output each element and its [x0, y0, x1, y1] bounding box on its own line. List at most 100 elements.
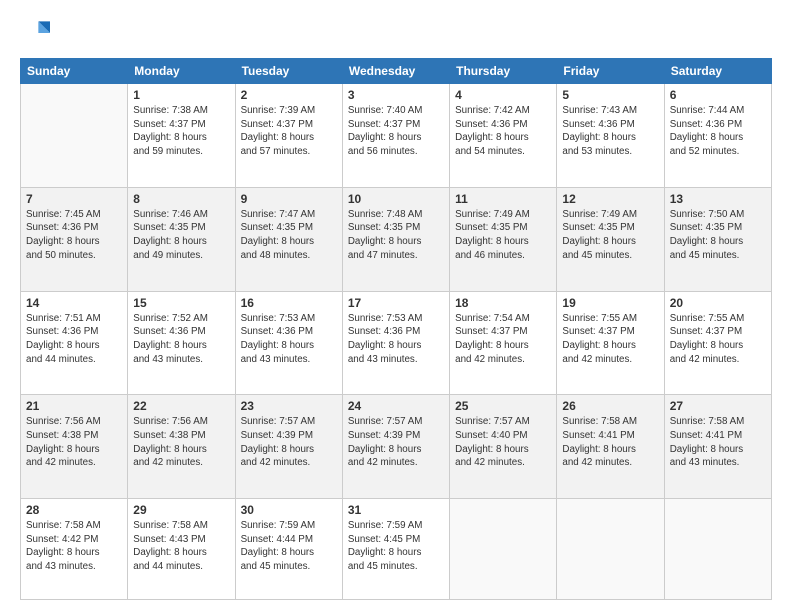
calendar-cell: 29 Sunrise: 7:58 AMSunset: 4:43 PMDayligh…: [128, 499, 235, 600]
day-info: Sunrise: 7:53 AMSunset: 4:36 PMDaylight:…: [348, 312, 444, 367]
day-info: Sunrise: 7:46 AMSunset: 4:35 PMDaylight:…: [133, 208, 229, 263]
day-number: 19: [562, 296, 658, 310]
calendar-cell: 7Sunrise: 7:45 AMSunset: 4:36 PMDaylight…: [21, 187, 128, 291]
day-info: Sunrise: 7:54 AMSunset: 4:37 PMDaylight:…: [455, 312, 551, 367]
day-info: Sunrise: 7:52 AMSunset: 4:36 PMDaylight:…: [133, 312, 229, 367]
day-number: 27: [670, 399, 766, 413]
day-info: Sunrise: 7:49 AMSunset: 4:35 PMDaylight:…: [455, 208, 551, 263]
weekday-header-monday: Monday: [128, 59, 235, 84]
calendar-week-row: 1 Sunrise: 7:38 AMSunset: 4:37 PMDaylight…: [21, 84, 772, 188]
day-number: 9: [241, 192, 337, 206]
calendar-cell: 12 Sunrise: 7:49 AMSunset: 4:35 PMDayligh…: [557, 187, 664, 291]
calendar-week-row: 7Sunrise: 7:45 AMSunset: 4:36 PMDaylight…: [21, 187, 772, 291]
day-number: 14: [26, 296, 122, 310]
day-info: Sunrise: 7:50 AMSunset: 4:35 PMDaylight:…: [670, 208, 766, 263]
day-info: Sunrise: 7:39 AMSunset: 4:37 PMDaylight:…: [241, 104, 337, 159]
day-info: Sunrise: 7:49 AMSunset: 4:35 PMDaylight:…: [562, 208, 658, 263]
weekday-header-sunday: Sunday: [21, 59, 128, 84]
calendar-cell: [557, 499, 664, 600]
day-number: 23: [241, 399, 337, 413]
calendar-cell: 27 Sunrise: 7:58 AMSunset: 4:41 PMDayligh…: [664, 395, 771, 499]
calendar-cell: 6Sunrise: 7:44 AMSunset: 4:36 PMDaylight…: [664, 84, 771, 188]
day-number: 10: [348, 192, 444, 206]
calendar-cell: 18 Sunrise: 7:54 AMSunset: 4:37 PMDayligh…: [450, 291, 557, 395]
day-number: 2: [241, 88, 337, 102]
weekday-header-row: SundayMondayTuesdayWednesdayThursdayFrid…: [21, 59, 772, 84]
weekday-header-wednesday: Wednesday: [342, 59, 449, 84]
calendar-cell: 28Sunrise: 7:58 AMSunset: 4:42 PMDayligh…: [21, 499, 128, 600]
calendar: SundayMondayTuesdayWednesdayThursdayFrid…: [20, 58, 772, 600]
calendar-week-row: 14 Sunrise: 7:51 AMSunset: 4:36 PMDayligh…: [21, 291, 772, 395]
calendar-cell: 11 Sunrise: 7:49 AMSunset: 4:35 PMDayligh…: [450, 187, 557, 291]
day-info: Sunrise: 7:48 AMSunset: 4:35 PMDaylight:…: [348, 208, 444, 263]
day-number: 11: [455, 192, 551, 206]
calendar-cell: 30Sunrise: 7:59 AMSunset: 4:44 PMDayligh…: [235, 499, 342, 600]
calendar-week-row: 21 Sunrise: 7:56 AMSunset: 4:38 PMDayligh…: [21, 395, 772, 499]
day-info: Sunrise: 7:58 AMSunset: 4:41 PMDaylight:…: [670, 415, 766, 470]
calendar-cell: 2 Sunrise: 7:39 AMSunset: 4:37 PMDaylight…: [235, 84, 342, 188]
calendar-cell: 20Sunrise: 7:55 AMSunset: 4:37 PMDayligh…: [664, 291, 771, 395]
day-number: 26: [562, 399, 658, 413]
day-number: 5: [562, 88, 658, 102]
calendar-cell: 31 Sunrise: 7:59 AMSunset: 4:45 PMDayligh…: [342, 499, 449, 600]
calendar-cell: 15 Sunrise: 7:52 AMSunset: 4:36 PMDayligh…: [128, 291, 235, 395]
calendar-cell: 4Sunrise: 7:42 AMSunset: 4:36 PMDaylight…: [450, 84, 557, 188]
day-number: 8: [133, 192, 229, 206]
day-info: Sunrise: 7:59 AMSunset: 4:44 PMDaylight:…: [241, 519, 337, 574]
logo-icon: [20, 18, 50, 48]
calendar-cell: 1 Sunrise: 7:38 AMSunset: 4:37 PMDaylight…: [128, 84, 235, 188]
day-number: 13: [670, 192, 766, 206]
calendar-cell: 24Sunrise: 7:57 AMSunset: 4:39 PMDayligh…: [342, 395, 449, 499]
day-number: 6: [670, 88, 766, 102]
day-info: Sunrise: 7:57 AMSunset: 4:40 PMDaylight:…: [455, 415, 551, 470]
calendar-cell: 19 Sunrise: 7:55 AMSunset: 4:37 PMDayligh…: [557, 291, 664, 395]
day-number: 16: [241, 296, 337, 310]
calendar-cell: 16 Sunrise: 7:53 AMSunset: 4:36 PMDayligh…: [235, 291, 342, 395]
calendar-cell: 13 Sunrise: 7:50 AMSunset: 4:35 PMDayligh…: [664, 187, 771, 291]
day-number: 17: [348, 296, 444, 310]
calendar-cell: 10 Sunrise: 7:48 AMSunset: 4:35 PMDayligh…: [342, 187, 449, 291]
day-info: Sunrise: 7:56 AMSunset: 4:38 PMDaylight:…: [26, 415, 122, 470]
day-info: Sunrise: 7:59 AMSunset: 4:45 PMDaylight:…: [348, 519, 444, 574]
calendar-cell: 25 Sunrise: 7:57 AMSunset: 4:40 PMDayligh…: [450, 395, 557, 499]
calendar-cell: 26 Sunrise: 7:58 AMSunset: 4:41 PMDayligh…: [557, 395, 664, 499]
calendar-cell: 14 Sunrise: 7:51 AMSunset: 4:36 PMDayligh…: [21, 291, 128, 395]
day-number: 31: [348, 503, 444, 517]
calendar-cell: 8 Sunrise: 7:46 AMSunset: 4:35 PMDaylight…: [128, 187, 235, 291]
day-info: Sunrise: 7:57 AMSunset: 4:39 PMDaylight:…: [241, 415, 337, 470]
header: [20, 18, 772, 48]
day-info: Sunrise: 7:55 AMSunset: 4:37 PMDaylight:…: [562, 312, 658, 367]
weekday-header-friday: Friday: [557, 59, 664, 84]
weekday-header-saturday: Saturday: [664, 59, 771, 84]
calendar-cell: 21 Sunrise: 7:56 AMSunset: 4:38 PMDayligh…: [21, 395, 128, 499]
calendar-cell: 17 Sunrise: 7:53 AMSunset: 4:36 PMDayligh…: [342, 291, 449, 395]
page: SundayMondayTuesdayWednesdayThursdayFrid…: [0, 0, 792, 612]
day-number: 4: [455, 88, 551, 102]
weekday-header-thursday: Thursday: [450, 59, 557, 84]
day-info: Sunrise: 7:58 AMSunset: 4:42 PMDaylight:…: [26, 519, 122, 574]
day-number: 1: [133, 88, 229, 102]
calendar-week-row: 28Sunrise: 7:58 AMSunset: 4:42 PMDayligh…: [21, 499, 772, 600]
day-info: Sunrise: 7:58 AMSunset: 4:43 PMDaylight:…: [133, 519, 229, 574]
calendar-cell: 5Sunrise: 7:43 AMSunset: 4:36 PMDaylight…: [557, 84, 664, 188]
calendar-cell: 3Sunrise: 7:40 AMSunset: 4:37 PMDaylight…: [342, 84, 449, 188]
day-info: Sunrise: 7:45 AMSunset: 4:36 PMDaylight:…: [26, 208, 122, 263]
day-number: 18: [455, 296, 551, 310]
day-number: 15: [133, 296, 229, 310]
day-info: Sunrise: 7:51 AMSunset: 4:36 PMDaylight:…: [26, 312, 122, 367]
day-number: 21: [26, 399, 122, 413]
day-info: Sunrise: 7:55 AMSunset: 4:37 PMDaylight:…: [670, 312, 766, 367]
day-info: Sunrise: 7:53 AMSunset: 4:36 PMDaylight:…: [241, 312, 337, 367]
day-number: 25: [455, 399, 551, 413]
calendar-cell: 23 Sunrise: 7:57 AMSunset: 4:39 PMDayligh…: [235, 395, 342, 499]
calendar-cell: 9Sunrise: 7:47 AMSunset: 4:35 PMDaylight…: [235, 187, 342, 291]
day-number: 29: [133, 503, 229, 517]
calendar-cell: [450, 499, 557, 600]
day-number: 3: [348, 88, 444, 102]
day-number: 12: [562, 192, 658, 206]
day-info: Sunrise: 7:38 AMSunset: 4:37 PMDaylight:…: [133, 104, 229, 159]
calendar-cell: 22Sunrise: 7:56 AMSunset: 4:38 PMDayligh…: [128, 395, 235, 499]
day-info: Sunrise: 7:56 AMSunset: 4:38 PMDaylight:…: [133, 415, 229, 470]
day-number: 24: [348, 399, 444, 413]
day-info: Sunrise: 7:58 AMSunset: 4:41 PMDaylight:…: [562, 415, 658, 470]
